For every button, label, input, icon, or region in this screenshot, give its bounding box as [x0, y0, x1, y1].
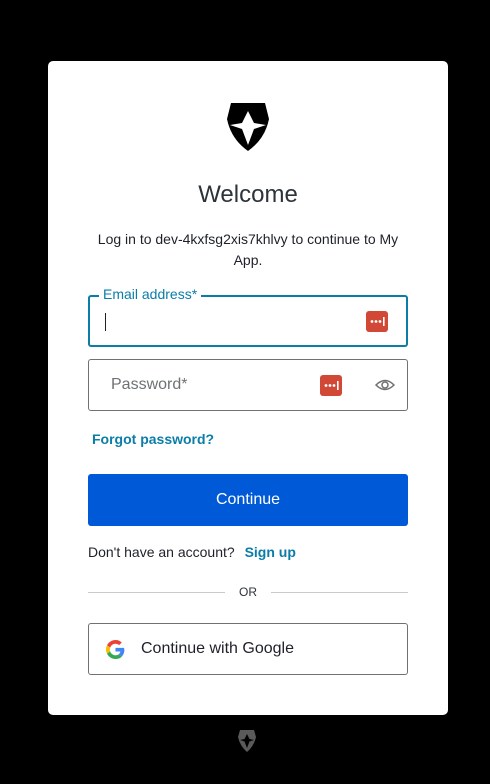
google-button-label: Continue with Google	[141, 640, 294, 657]
signup-prompt: Don't have an account?	[88, 544, 235, 560]
login-card: Welcome Log in to dev-4kxfsg2xis7khlvy t…	[48, 61, 448, 715]
email-label: Email address*	[99, 286, 202, 302]
continue-button[interactable]: Continue	[88, 474, 408, 526]
shield-logo-icon	[227, 103, 269, 151]
eye-icon[interactable]	[375, 377, 395, 393]
password-manager-icon[interactable]	[366, 311, 388, 332]
google-g-icon	[106, 640, 125, 659]
page-subtitle: Log in to dev-4kxfsg2xis7khlvy to contin…	[97, 231, 399, 268]
signup-link[interactable]: Sign up	[245, 544, 296, 560]
google-login-button[interactable]: Continue with Google	[88, 623, 408, 675]
signup-row: Don't have an account? Sign up	[88, 544, 296, 560]
password-manager-icon[interactable]	[320, 375, 342, 396]
email-field[interactable]: Email address*	[88, 286, 408, 347]
text-caret	[105, 313, 106, 331]
shield-logo-icon	[238, 730, 256, 752]
page-title: Welcome	[198, 181, 298, 208]
password-placeholder: Password*	[111, 376, 188, 393]
forgot-password-link[interactable]: Forgot password?	[92, 431, 214, 447]
password-field[interactable]: Password*	[88, 359, 408, 411]
or-divider: OR	[88, 585, 408, 601]
divider-line	[271, 592, 408, 593]
